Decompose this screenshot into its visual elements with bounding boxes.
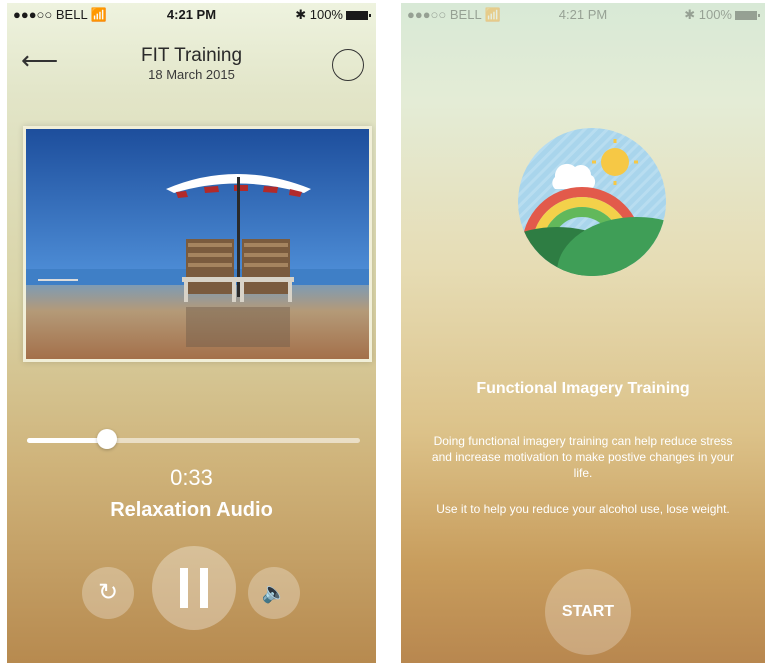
battery-indicator: ✱ 100% xyxy=(295,7,371,23)
slider-fill xyxy=(27,438,107,443)
page-date: 18 March 2015 xyxy=(148,67,235,82)
battery-label: ✱ 100% xyxy=(684,7,732,22)
intro-heading: Functional Imagery Training xyxy=(476,380,690,397)
loop-icon: ↻ xyxy=(97,579,119,606)
start-button[interactable]: START xyxy=(545,569,631,655)
nav-bar: ⟵ FIT Training 18 March 2015 xyxy=(7,25,376,93)
loop-button[interactable]: ↻ xyxy=(82,567,134,619)
status-bar: ●●●○○ BELL 📶 4:21 PM ✱ 100% xyxy=(7,3,376,25)
intro-description-2: Use it to help you reduce your alcohol u… xyxy=(436,502,730,516)
battery-label: ✱ 100% xyxy=(295,7,343,22)
page-title: FIT Training xyxy=(140,45,243,66)
status-bar: ●●●○○ BELL 📶 4:21 PM ✱ 100% xyxy=(401,3,765,25)
beach-chairs-image xyxy=(26,129,369,359)
slider-knob[interactable] xyxy=(96,429,117,449)
circle-icon[interactable] xyxy=(332,49,364,81)
volume-button[interactable]: 🔈 xyxy=(248,567,300,619)
volume-icon: 🔈 xyxy=(261,582,287,604)
intro-description: Doing functional imagery training can he… xyxy=(431,434,735,480)
elapsed-time: 0:33 xyxy=(170,465,213,490)
beach-photo xyxy=(23,126,372,362)
landscape-rainbow-icon xyxy=(518,128,666,276)
battery-icon xyxy=(346,11,371,21)
player-screen: ●●●○○ BELL 📶 4:21 PM ✱ 100% ⟵ FIT Traini… xyxy=(7,3,376,663)
battery-indicator: ✱ 100% xyxy=(684,7,760,23)
pause-button[interactable] xyxy=(152,546,236,630)
track-title: Relaxation Audio xyxy=(110,499,273,521)
progress-slider[interactable] xyxy=(27,429,360,449)
intro-screen: ●●●○○ BELL 📶 4:21 PM ✱ 100% Functional I… xyxy=(401,3,765,663)
battery-icon xyxy=(735,11,760,21)
